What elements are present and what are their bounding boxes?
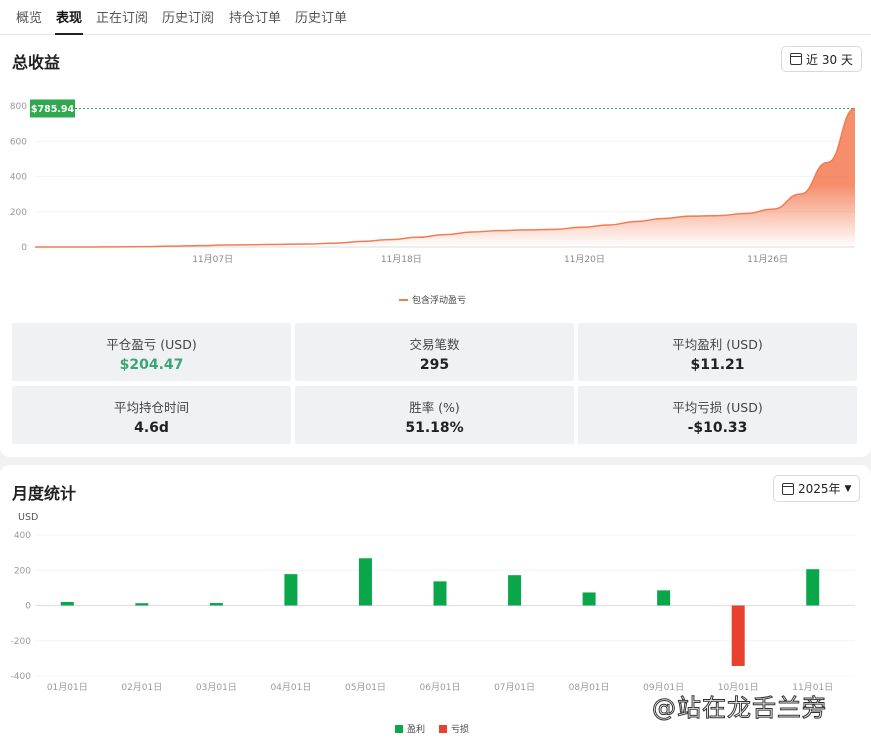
stat-label: 交易笔数 [409,337,460,352]
x-tick-label: 02月01日 [121,682,162,693]
stat-label: 平均亏损 (USD) [672,400,763,415]
stat-tile: 平均亏损 (USD) -$10.33 [578,386,857,444]
year-select[interactable]: 2025年 ▼ [773,475,861,502]
stat-tile: 平仓盈亏 (USD) $204.47 [12,323,291,381]
x-tick-label: 05月01日 [345,682,386,693]
caret-down-icon: ▼ [844,483,852,494]
stat-value: -$10.33 [687,420,748,436]
total-profit-chart: 0 200 400 600 800 11月07日 11月18日 11月20日 11月26日 $78… [10,99,856,265]
legend-label-floating: 包含浮动盈亏 [412,296,467,306]
calendar-icon [782,482,794,495]
y-tick-label: 0 [25,602,31,612]
stat-label: 胜率 (%) [409,400,460,415]
legend-label-loss: 亏损 [451,725,470,735]
x-tick-label: 06月01日 [420,682,461,693]
stat-value: $11.21 [690,357,745,373]
year-select-label: 2025年 [798,482,841,496]
x-tick-label: 11月07日 [192,254,233,265]
stat-tile: 平均持仓时间 4.6d [12,386,291,444]
legend-swatch-floating [399,298,408,301]
legend-swatch-loss [439,724,448,733]
stat-value: 51.18% [405,420,464,436]
x-tick-label: 11月26日 [747,254,788,265]
legend-label-profit: 盈利 [407,725,426,735]
bar [806,569,820,606]
tab-open-positions[interactable]: 持仓订单 [229,7,281,26]
tab-overview[interactable]: 概览 [16,7,42,26]
bar [135,603,149,606]
y-tick-label: 800 [10,102,27,112]
bar [508,575,522,606]
watermark: @站在龙舌兰旁 [652,694,827,723]
bar-legend: 盈利 亏损 [395,722,469,735]
bar [60,601,74,606]
stat-value: 4.6d [134,420,169,436]
y-tick-label: 400 [10,173,27,183]
bar [358,558,372,606]
y-axis-label: USD [18,512,38,523]
x-tick-label: 03月01日 [196,682,237,693]
tab-order-history[interactable]: 历史订单 [295,7,347,26]
date-range-button[interactable]: 近 30 天 [781,46,862,72]
bar [284,574,298,606]
x-tick-label: 11月18日 [381,254,422,265]
stat-label: 平均盈利 (USD) [672,337,763,352]
bar [582,592,596,606]
y-tick-label: 200 [10,208,27,218]
bar [657,590,671,606]
y-tick-label: 0 [21,243,27,253]
tab-performance[interactable]: 表现 [54,7,84,35]
area-fill [35,108,855,247]
y-tick-label: -400 [11,672,32,682]
x-tick-label: 01月01日 [47,682,88,693]
total-profit-card: 概览 表现 正在订阅 历史订阅 持仓订单 历史订单 总收益 近 30 天 0 20… [0,0,871,457]
date-range-label: 近 30 天 [806,52,853,67]
x-tick-label: 07月01日 [494,682,535,693]
y-tick-label: 200 [14,566,31,576]
monthly-bar-chart: USD -400 -200 0 200 400 01月01日 02月01日 03月01日 04月0… [11,512,855,693]
y-tick-label: -200 [11,637,32,647]
line-legend: 包含浮动盈亏 [399,293,466,306]
bar [433,581,447,606]
x-tick-label: 04月01日 [270,682,311,693]
stat-label: 平均持仓时间 [113,400,189,415]
stat-tile: 胜率 (%) 51.18% [295,386,574,444]
tab-active-subscriptions[interactable]: 正在订阅 [96,7,148,26]
stat-tile: 交易笔数 295 [295,323,574,381]
calendar-icon [790,53,802,65]
tab-bar: 概览 表现 正在订阅 历史订阅 持仓订单 历史订单 [0,0,871,35]
x-tick-label: 11月20日 [564,254,605,265]
monthly-stats-title: 月度统计 [12,484,77,503]
stat-label: 平仓盈亏 (USD) [106,337,197,352]
tab-subscription-history[interactable]: 历史订阅 [162,7,214,26]
stat-value: $204.47 [119,357,184,373]
y-tick-label: 600 [10,137,27,147]
bar [209,603,223,606]
stat-value: 295 [419,357,450,373]
total-profit-title: 总收益 [12,53,61,72]
bar [731,605,745,666]
stat-tile: 平均盈利 (USD) $11.21 [578,323,857,381]
marker-label: $785.94 [31,104,75,115]
legend-swatch-profit [395,724,403,733]
y-tick-label: 400 [14,531,31,541]
x-tick-label: 08月01日 [569,682,610,693]
